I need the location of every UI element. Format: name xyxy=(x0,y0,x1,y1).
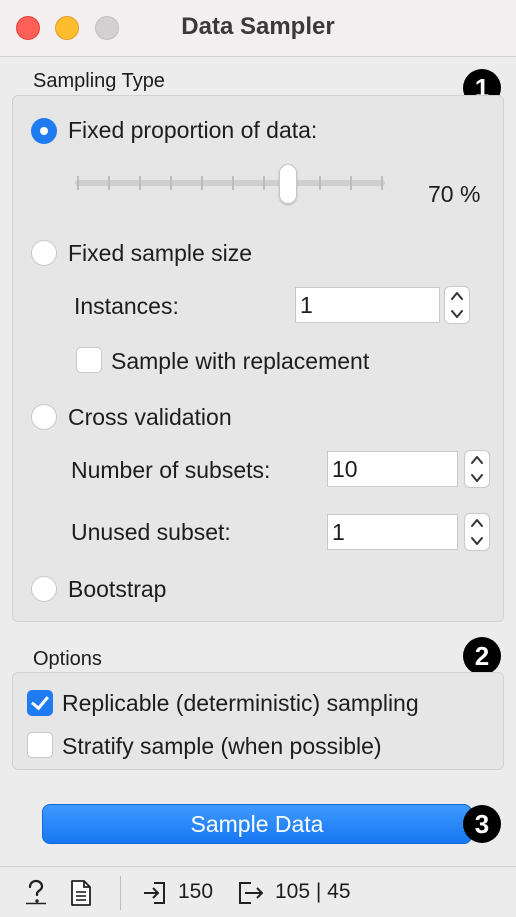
sampling-type-label: Sampling Type xyxy=(33,70,165,92)
proportion-value: 70 % xyxy=(428,181,481,207)
unused-subset-stepper[interactable] xyxy=(464,513,490,551)
bootstrap-radio[interactable] xyxy=(31,576,57,602)
fixed-sample-size-label: Fixed sample size xyxy=(68,240,253,266)
stratify-sample-label: Stratify sample (when possible) xyxy=(62,733,382,759)
chevron-up-icon[interactable] xyxy=(445,287,469,305)
badge-3: 3 xyxy=(463,805,501,843)
number-of-subsets-label: Number of subsets: xyxy=(71,457,271,483)
title-bar: Data Sampler xyxy=(0,0,516,57)
cross-validation-radio[interactable] xyxy=(31,404,57,430)
unused-subset-label: Unused subset: xyxy=(71,519,231,545)
slider-tick xyxy=(201,176,203,190)
slider-tick xyxy=(232,176,234,190)
replicable-sampling-checkbox[interactable] xyxy=(27,690,53,716)
sample-with-replacement-checkbox[interactable] xyxy=(76,347,102,373)
status-divider xyxy=(120,876,121,910)
help-icon[interactable] xyxy=(24,879,48,905)
slider-knob[interactable] xyxy=(279,164,297,204)
bootstrap-label: Bootstrap xyxy=(68,576,167,602)
slider-tick xyxy=(139,176,141,190)
chevron-up-icon[interactable] xyxy=(465,514,489,532)
window-title: Data Sampler xyxy=(181,13,335,40)
instances-input[interactable]: 1 xyxy=(295,287,440,323)
subsets-stepper[interactable] xyxy=(464,450,490,488)
instances-label: Instances: xyxy=(74,293,179,319)
instances-stepper[interactable] xyxy=(444,286,470,324)
stratify-sample-checkbox[interactable] xyxy=(27,732,53,758)
badge-2: 2 xyxy=(463,637,501,675)
fixed-sample-size-radio[interactable] xyxy=(31,240,57,266)
chevron-down-icon[interactable] xyxy=(465,532,489,550)
output-icon xyxy=(237,880,265,906)
slider-tick xyxy=(77,176,79,190)
cross-validation-label: Cross validation xyxy=(68,404,232,430)
replicable-sampling-label: Replicable (deterministic) sampling xyxy=(62,690,419,716)
fixed-proportion-radio[interactable] xyxy=(31,118,57,144)
sample-with-replacement-label: Sample with replacement xyxy=(111,348,370,374)
fixed-proportion-label: Fixed proportion of data: xyxy=(68,117,318,143)
number-of-subsets-input[interactable]: 10 xyxy=(327,451,458,487)
input-count: 150 xyxy=(178,880,214,903)
report-icon[interactable] xyxy=(70,879,92,907)
slider-tick xyxy=(350,176,352,190)
chevron-down-icon[interactable] xyxy=(465,469,489,487)
slider-tick xyxy=(381,176,383,190)
chevron-up-icon[interactable] xyxy=(465,451,489,469)
slider-tick xyxy=(108,176,110,190)
slider-tick xyxy=(263,176,265,190)
sample-data-button[interactable]: Sample Data xyxy=(42,804,472,844)
slider-track[interactable] xyxy=(75,180,385,186)
options-label: Options xyxy=(33,648,102,670)
chevron-down-icon[interactable] xyxy=(445,305,469,323)
output-count: 105 | 45 xyxy=(275,880,351,903)
unused-subset-input[interactable]: 1 xyxy=(327,514,458,550)
slider-tick xyxy=(319,176,321,190)
input-icon xyxy=(142,880,168,906)
slider-tick xyxy=(170,176,172,190)
